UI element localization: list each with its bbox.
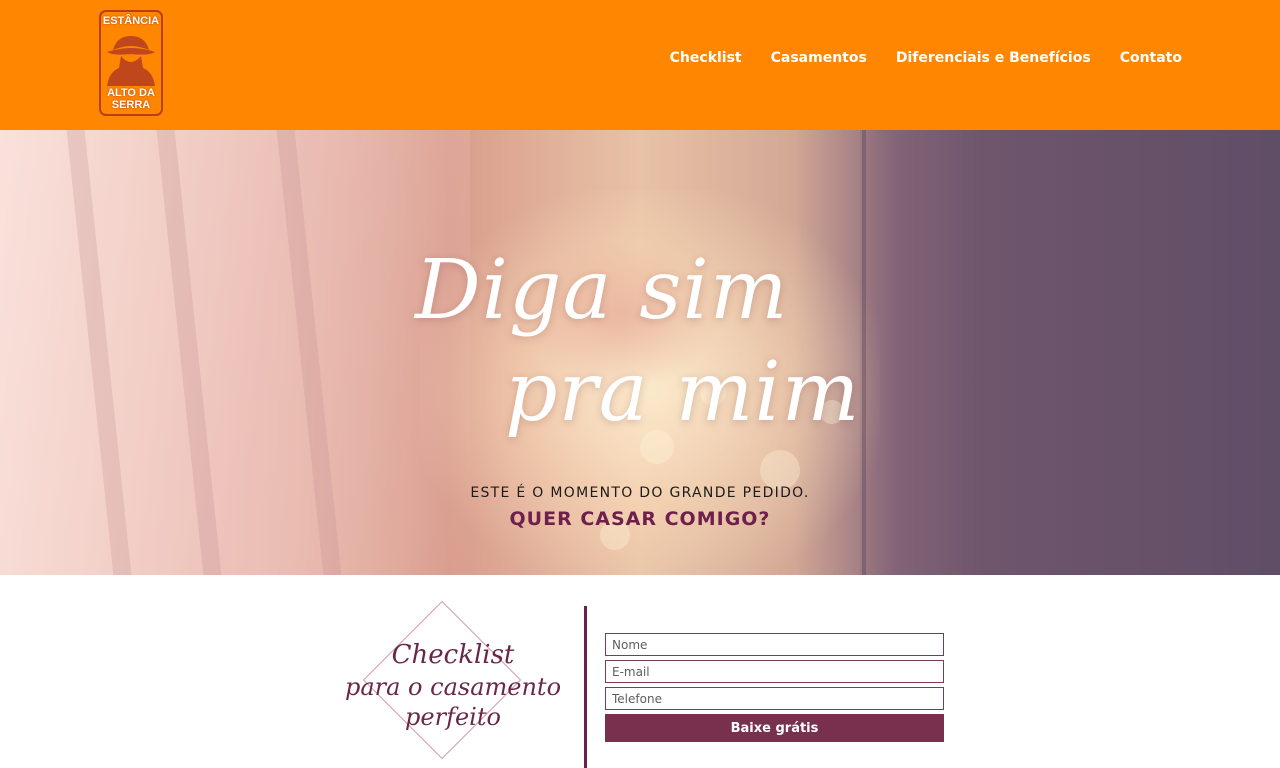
logo-bottom-text: ALTO DA SERRA xyxy=(107,87,155,111)
hero-cta-heading: QUER CASAR COMIGO? xyxy=(509,508,771,530)
nav-link-casamentos[interactable]: Casamentos xyxy=(771,50,867,66)
hero-script-line-1: Diga sim xyxy=(415,243,789,338)
checklist-badge: Checklist para o casamento perfeito xyxy=(338,600,568,768)
hero-banner: Diga sim pra mim ESTE É O MOMENTO DO GRA… xyxy=(0,130,1280,575)
hero-subtitle: ESTE É O MOMENTO DO GRANDE PEDIDO. xyxy=(470,485,810,501)
badge-subtitle-2: perfeito xyxy=(405,703,501,731)
site-header: ESTÂNCIA ALTO DA SERRA Checklist Casamen… xyxy=(0,0,1280,130)
bokeh-light xyxy=(760,450,800,490)
name-field[interactable] xyxy=(605,633,944,656)
nav-link-contato[interactable]: Contato xyxy=(1120,50,1182,66)
phone-field[interactable] xyxy=(605,687,944,710)
checklist-form: Baixe grátis xyxy=(605,633,944,742)
logo-top-text: ESTÂNCIA xyxy=(102,15,160,27)
section-divider xyxy=(584,606,587,768)
nav-link-checklist[interactable]: Checklist xyxy=(670,50,742,66)
estancia-alto-da-serra-logo[interactable]: ESTÂNCIA ALTO DA SERRA xyxy=(99,10,163,116)
download-free-button[interactable]: Baixe grátis xyxy=(605,714,944,742)
badge-title: Checklist xyxy=(391,640,515,670)
hero-script-line-2: pra mim xyxy=(505,345,861,440)
main-nav: Checklist Casamentos Diferenciais e Bene… xyxy=(670,50,1182,66)
nav-link-diferenciais[interactable]: Diferenciais e Benefícios xyxy=(896,50,1091,66)
badge-subtitle-1: para o casamento xyxy=(344,673,562,701)
email-field[interactable] xyxy=(605,660,944,683)
